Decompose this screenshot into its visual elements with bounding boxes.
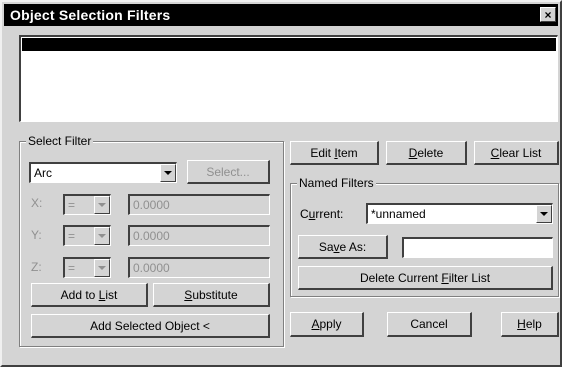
chevron-down-icon — [98, 203, 106, 207]
filter-type-combo[interactable]: Arc — [29, 162, 177, 183]
x-label: X: — [31, 196, 43, 210]
filter-list-selected-row[interactable] — [22, 38, 556, 51]
filter-type-dropdown-button[interactable] — [160, 164, 176, 182]
window-title: Object Selection Filters — [10, 7, 171, 23]
save-as-label: Save As: — [318, 239, 367, 254]
x-operator-value: = — [68, 198, 76, 212]
apply-button[interactable]: Apply — [290, 312, 364, 337]
x-operator-dropdown-button[interactable] — [94, 196, 110, 214]
y-label: Y: — [31, 228, 42, 242]
close-button[interactable]: × — [540, 7, 556, 22]
y-value-field[interactable]: 0.0000 — [128, 225, 270, 246]
z-label: Z: — [31, 260, 42, 274]
select-button-label: Select... — [206, 164, 250, 179]
current-filter-combo[interactable]: *unnamed — [366, 203, 553, 224]
select-button[interactable]: Select... — [187, 160, 270, 184]
substitute-button[interactable]: Substitute — [153, 283, 270, 307]
delete-button[interactable]: Delete — [386, 141, 467, 165]
select-filter-group-label: Select Filter — [26, 134, 94, 148]
save-as-name-input[interactable] — [402, 237, 553, 258]
close-icon: × — [544, 8, 552, 22]
filter-list[interactable] — [19, 35, 558, 122]
current-filter-value: *unnamed — [371, 207, 426, 221]
cancel-button[interactable]: Cancel — [387, 312, 472, 337]
clear-list-button[interactable]: Clear List — [474, 141, 559, 165]
add-selected-object-button[interactable]: Add Selected Object < — [31, 314, 270, 338]
title-bar[interactable]: Object Selection Filters × — [4, 4, 558, 26]
z-value-field[interactable]: 0.0000 — [128, 257, 270, 278]
save-as-button[interactable]: Save As: — [298, 235, 388, 259]
x-value-field[interactable]: 0.0000 — [128, 194, 270, 215]
current-filter-dropdown-button[interactable] — [536, 205, 552, 223]
current-label: Current: — [300, 207, 344, 221]
z-operator-value: = — [68, 261, 76, 275]
help-button[interactable]: Help — [501, 312, 559, 337]
chevron-down-icon — [164, 171, 172, 175]
chevron-down-icon — [540, 212, 548, 216]
help-label: Help — [517, 317, 542, 331]
add-selected-object-label: Add Selected Object < — [90, 318, 210, 333]
chevron-down-icon — [98, 266, 106, 270]
chevron-down-icon — [98, 234, 106, 238]
x-value-text: 0.0000 — [133, 198, 170, 212]
delete-current-filter-list-label: Delete Current Filter List — [359, 270, 491, 285]
cancel-label: Cancel — [410, 317, 448, 331]
object-selection-filters-dialog: Object Selection Filters × Select Filter… — [0, 0, 562, 367]
z-value-text: 0.0000 — [133, 261, 170, 275]
delete-current-filter-list-button[interactable]: Delete Current Filter List — [298, 266, 553, 290]
z-operator-combo[interactable]: = — [63, 257, 111, 278]
apply-label: Apply — [311, 317, 342, 331]
y-operator-value: = — [68, 229, 76, 243]
filter-type-value: Arc — [34, 166, 52, 180]
named-filters-group-label: Named Filters — [297, 176, 376, 190]
delete-label: Delete — [408, 145, 444, 160]
x-operator-combo[interactable]: = — [63, 194, 111, 215]
add-to-list-label: Add to List — [60, 287, 118, 302]
edit-item-label: Edit Item — [310, 145, 358, 160]
z-operator-dropdown-button[interactable] — [94, 259, 110, 277]
add-to-list-button[interactable]: Add to List — [31, 283, 148, 307]
y-value-text: 0.0000 — [133, 229, 170, 243]
y-operator-combo[interactable]: = — [63, 225, 111, 246]
edit-item-button[interactable]: Edit Item — [290, 141, 379, 165]
y-operator-dropdown-button[interactable] — [94, 227, 110, 245]
substitute-label: Substitute — [184, 287, 238, 302]
clear-list-label: Clear List — [490, 145, 542, 160]
